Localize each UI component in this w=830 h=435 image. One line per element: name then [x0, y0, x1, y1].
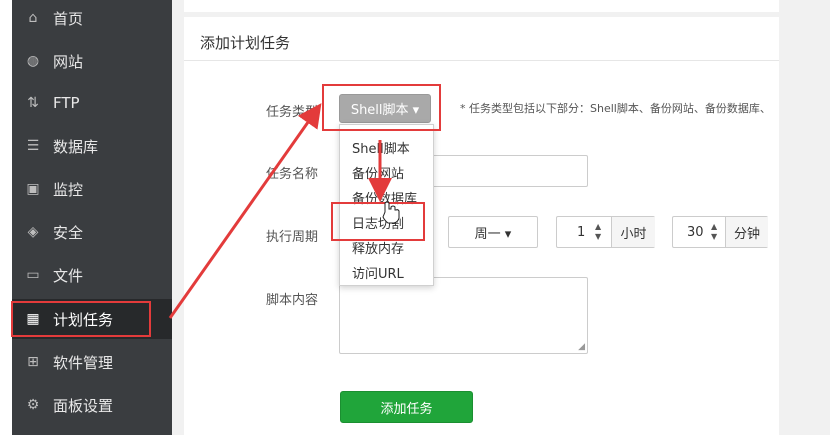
hour-value: 1	[577, 225, 586, 240]
shield-icon: ◈	[27, 224, 39, 240]
sidebar-item-files[interactable]: ▭ 文件	[12, 255, 172, 295]
dropdown-option-shell[interactable]: Shell脚本	[352, 138, 410, 157]
sidebar-item-settings[interactable]: ⚙ 面板设置	[12, 385, 172, 425]
hour-stepper[interactable]: 1 ▲ ▼ 小时	[556, 216, 655, 248]
sidebar-item-label: 文件	[53, 266, 84, 285]
sidebar-item-label: FTP	[53, 94, 80, 112]
title-divider	[184, 60, 779, 61]
stepper-arrows-icon[interactable]: ▲ ▼	[595, 222, 601, 242]
sidebar-item-label: 监控	[53, 180, 84, 199]
minute-unit: 分钟	[725, 217, 768, 247]
sidebar-item-home[interactable]: ⌂ 首页	[12, 0, 172, 38]
task-type-label: 任务类型	[266, 105, 319, 120]
annotation-box-cron-menu	[11, 301, 151, 337]
folder-icon: ▭	[26, 267, 40, 283]
sidebar-item-ftp[interactable]: ⇅ FTP	[12, 83, 172, 123]
sidebar-item-website[interactable]: ◍ 网站	[12, 41, 172, 81]
sidebar-item-label: 首页	[53, 9, 84, 28]
database-icon: ☰	[26, 138, 40, 154]
annotation-box-log-rotate	[331, 202, 425, 241]
stepper-arrows-icon[interactable]: ▲ ▼	[711, 222, 717, 242]
gear-icon: ⚙	[26, 397, 40, 413]
monitor-icon: ▣	[26, 181, 40, 197]
top-card	[184, 0, 779, 12]
sidebar-item-security[interactable]: ◈ 安全	[12, 212, 172, 252]
script-label: 脚本内容	[266, 293, 319, 308]
script-textarea[interactable]: ◢	[339, 277, 588, 354]
sidebar-item-label: 面板设置	[53, 396, 114, 415]
add-task-button[interactable]: 添加任务	[340, 391, 473, 423]
home-icon: ⌂	[28, 10, 38, 26]
sidebar-item-monitor[interactable]: ▣ 监控	[12, 169, 172, 209]
weekday-select[interactable]: 周一 ▾	[448, 216, 538, 248]
dropdown-option-access-url[interactable]: 访问URL	[352, 263, 404, 282]
sidebar-item-label: 数据库	[53, 137, 99, 156]
sidebar-item-label: 软件管理	[53, 353, 114, 372]
minute-stepper[interactable]: 30 ▲ ▼ 分钟	[672, 216, 768, 248]
sidebar-item-database[interactable]: ☰ 数据库	[12, 126, 172, 166]
sidebar-item-label: 安全	[53, 223, 84, 242]
resize-grip-icon[interactable]: ◢	[578, 342, 585, 352]
page-title: 添加计划任务	[200, 34, 291, 52]
minute-value: 30	[687, 225, 704, 240]
sidebar-item-software[interactable]: ⊞ 软件管理	[12, 342, 172, 382]
globe-icon: ◍	[26, 53, 40, 69]
dropdown-option-backup-site[interactable]: 备份网站	[352, 163, 404, 182]
ftp-icon: ⇅	[27, 95, 39, 111]
annotation-box-task-type	[322, 84, 441, 131]
apps-icon: ⊞	[27, 354, 39, 370]
period-label: 执行周期	[266, 230, 319, 245]
hour-unit: 小时	[611, 217, 655, 247]
task-type-hint: * 任务类型包括以下部分：Shell脚本、备份网站、备份数据库、	[460, 102, 771, 115]
sidebar: ⌂ 首页 ◍ 网站 ⇅ FTP ☰ 数据库 ▣ 监控 ◈ 安全 ▭ 文件 ▦ 计…	[12, 0, 172, 435]
sidebar-item-label: 网站	[53, 52, 84, 71]
task-name-label: 任务名称	[266, 167, 319, 182]
